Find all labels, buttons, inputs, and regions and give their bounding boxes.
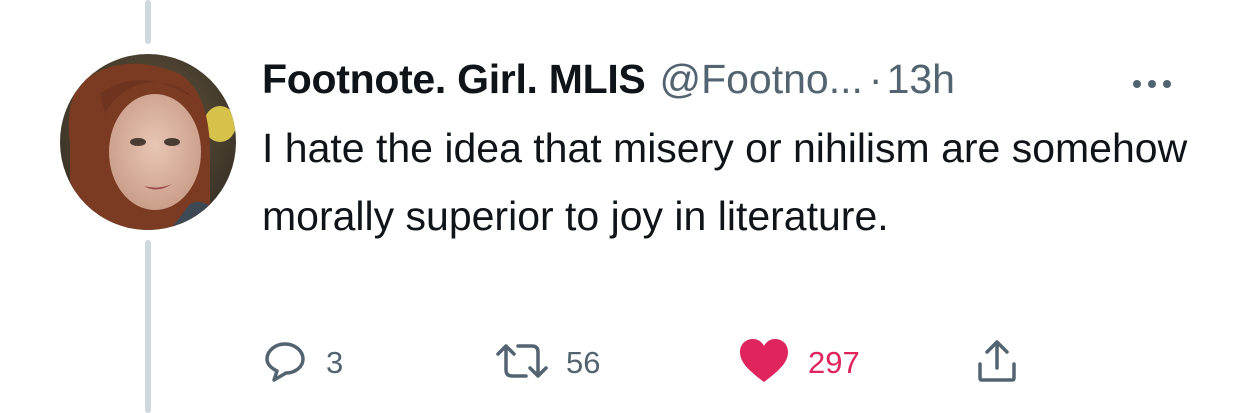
- retweet-arrows-icon: [496, 338, 548, 389]
- thread-line-bottom: [145, 240, 151, 413]
- reply-button[interactable]: 3: [262, 340, 343, 386]
- retweet-button[interactable]: 56: [496, 340, 600, 386]
- like-button[interactable]: 297: [738, 338, 860, 389]
- share-upload-icon: [974, 338, 1020, 389]
- tweet-text: I hate the idea that misery or nihilism …: [262, 125, 1188, 239]
- timestamp[interactable]: 13h: [887, 56, 955, 103]
- like-count: 297: [808, 345, 860, 380]
- separator-dot: ·: [868, 56, 883, 102]
- more-dots-icon[interactable]: [1130, 74, 1174, 94]
- tweet-header: Footnote. Girl. MLIS @Footno... · 13h: [262, 56, 1222, 112]
- thread-line-top: [145, 0, 151, 44]
- avatar[interactable]: [60, 54, 236, 230]
- share-button[interactable]: [974, 338, 1020, 389]
- speech-bubble-icon: [262, 338, 308, 389]
- display-name[interactable]: Footnote. Girl. MLIS: [262, 56, 646, 103]
- tweet-body: Footnote. Girl. MLIS @Footno... · 13h I …: [262, 56, 1222, 250]
- retweet-count: 56: [566, 345, 601, 380]
- tweet-actions: 3 56 297: [262, 338, 1062, 389]
- reply-count: 3: [326, 345, 344, 380]
- user-handle[interactable]: @Footno...: [659, 56, 862, 103]
- heart-icon: [738, 338, 790, 389]
